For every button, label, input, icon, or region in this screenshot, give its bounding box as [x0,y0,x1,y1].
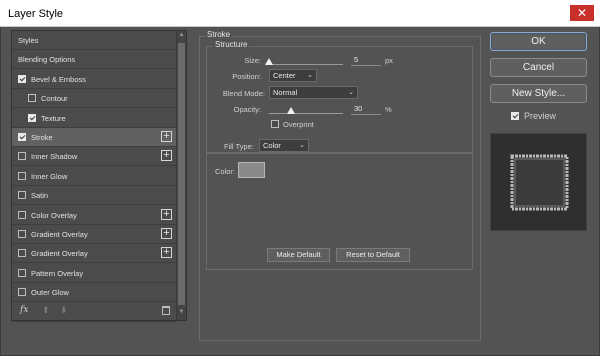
fx-icon[interactable]: fx [20,305,28,315]
opacity-slider-track[interactable] [269,113,343,114]
size-slider-track[interactable] [269,64,343,65]
style-list-item-label: Blending Options [18,55,76,65]
new-style-button[interactable]: New Style... [490,84,587,103]
style-checkbox[interactable] [18,152,26,161]
size-label: Size: [244,56,261,65]
style-checkbox[interactable] [18,288,26,297]
style-list-item-label: Gradient Overlay [31,230,88,239]
add-effect-icon[interactable]: + [161,131,172,142]
style-list-item-label: Color Overlay [31,210,77,220]
style-list-item-label: Gradient Overlay [31,249,88,259]
style-list-item-label: Inner Shadow [31,152,78,162]
move-up-icon[interactable]: ⬆ [42,305,50,316]
make-default-button[interactable]: Make Default [267,248,330,262]
scroll-up-icon[interactable]: ▲ [177,32,186,42]
size-input[interactable]: 5 [351,53,381,66]
add-effect-icon[interactable]: + [161,150,172,162]
style-list-item[interactable]: Color Overlay + [12,206,176,225]
style-list-item[interactable]: Blending Options [12,50,176,70]
fill-type-select[interactable]: Color ⌄ [259,139,309,152]
fill-type-value: Color [263,141,281,150]
style-list-item[interactable]: Styles [12,31,176,50]
style-checkbox[interactable] [18,171,26,180]
style-list-toolbar: fx ⬆ ⬇ [12,302,176,320]
style-checkbox[interactable] [18,74,26,83]
style-list-item-label: Satin [31,191,49,201]
stroke-section-title: Stroke [205,30,233,39]
chevron-down-icon: ⌄ [307,72,313,79]
chevron-down-icon: ⌄ [348,89,354,96]
style-preview [490,133,587,231]
style-list-item-label: Styles [18,36,39,45]
style-list-item-label: Contour [41,94,68,104]
move-down-icon[interactable]: ⬇ [60,305,68,316]
opacity-unit: % [385,105,392,114]
style-list-item[interactable]: Outer Glow [12,283,176,303]
reset-to-default-button[interactable]: Reset to Default [336,248,410,262]
style-checkbox[interactable] [18,191,26,200]
style-list-item-label: Texture [41,113,66,123]
style-list-scrollbar[interactable]: ▲ ▼ [176,31,186,320]
style-list-item[interactable]: Gradient Overlay + [12,244,176,264]
fill-type-label: Fill Type: [222,142,256,151]
ok-button[interactable]: OK [490,32,587,51]
style-list-item-label: Outer Glow [31,288,69,298]
close-icon[interactable]: ✕ [570,5,594,21]
size-unit: px [385,56,393,65]
position-select[interactable]: Center ⌄ [269,69,317,82]
opacity-label: Opacity: [233,105,261,114]
overprint-checkbox[interactable] [271,120,279,128]
overprint-label: Overprint [283,120,314,129]
style-list-item[interactable]: Satin [12,186,176,206]
style-checkbox[interactable] [18,268,26,277]
style-list-item[interactable]: Stroke + [12,128,176,147]
trash-icon[interactable] [162,306,170,315]
style-list-item[interactable]: Bevel & Emboss [12,70,176,89]
preview-label: Preview [524,111,557,121]
add-effect-icon[interactable]: + [161,247,172,259]
stroke-color-swatch[interactable] [238,162,265,178]
preview-checkbox[interactable] [511,112,519,120]
window-title: Layer Style [8,8,64,20]
blend-mode-value: Normal [273,88,298,97]
style-checkbox[interactable] [18,133,26,141]
blend-mode-label: Blend Mode: [222,89,265,98]
style-list-item[interactable]: Texture [12,109,176,128]
style-list-item-label: Bevel & Emboss [31,74,87,84]
style-checkbox[interactable] [28,94,36,103]
style-checkbox[interactable] [18,210,26,219]
opacity-input[interactable]: 30 [351,102,381,115]
style-list: Styles Blending Options Bevel & Emboss Cont… [11,30,187,322]
style-list-item[interactable]: Inner Shadow + [12,147,176,167]
style-list-item-label: Pattern Overlay [31,268,84,278]
opacity-slider-handle[interactable] [287,107,296,114]
style-checkbox[interactable] [28,113,36,122]
style-list-item-label: Inner Glow [31,171,68,181]
style-list-item[interactable]: Gradient Overlay + [12,225,176,244]
position-label: Position: [232,72,261,81]
scroll-down-icon[interactable]: ▼ [177,309,186,319]
position-value: Center [273,71,296,80]
scrollbar-thumb[interactable] [178,43,185,305]
style-list-item[interactable]: Inner Glow [12,167,176,186]
style-checkbox[interactable] [18,230,26,238]
chevron-down-icon: ⌄ [299,142,305,149]
add-effect-icon[interactable]: + [161,208,172,220]
style-list-item-label: Stroke [31,133,53,142]
structure-title: Structure [213,40,250,49]
titlebar: Layer Style ✕ [0,0,600,27]
cancel-button[interactable]: Cancel [490,58,587,77]
layer-style-dialog: Styles Blending Options Bevel & Emboss Cont… [0,27,600,356]
blend-mode-select[interactable]: Normal ⌄ [269,86,358,99]
color-label: Color: [215,167,236,176]
style-checkbox[interactable] [18,249,26,258]
add-effect-icon[interactable]: + [161,228,172,239]
style-list-item[interactable]: Contour [12,89,176,109]
style-list-item[interactable]: Pattern Overlay [12,264,176,283]
preview-thumbnail [510,154,569,211]
size-slider-handle[interactable] [265,58,273,65]
